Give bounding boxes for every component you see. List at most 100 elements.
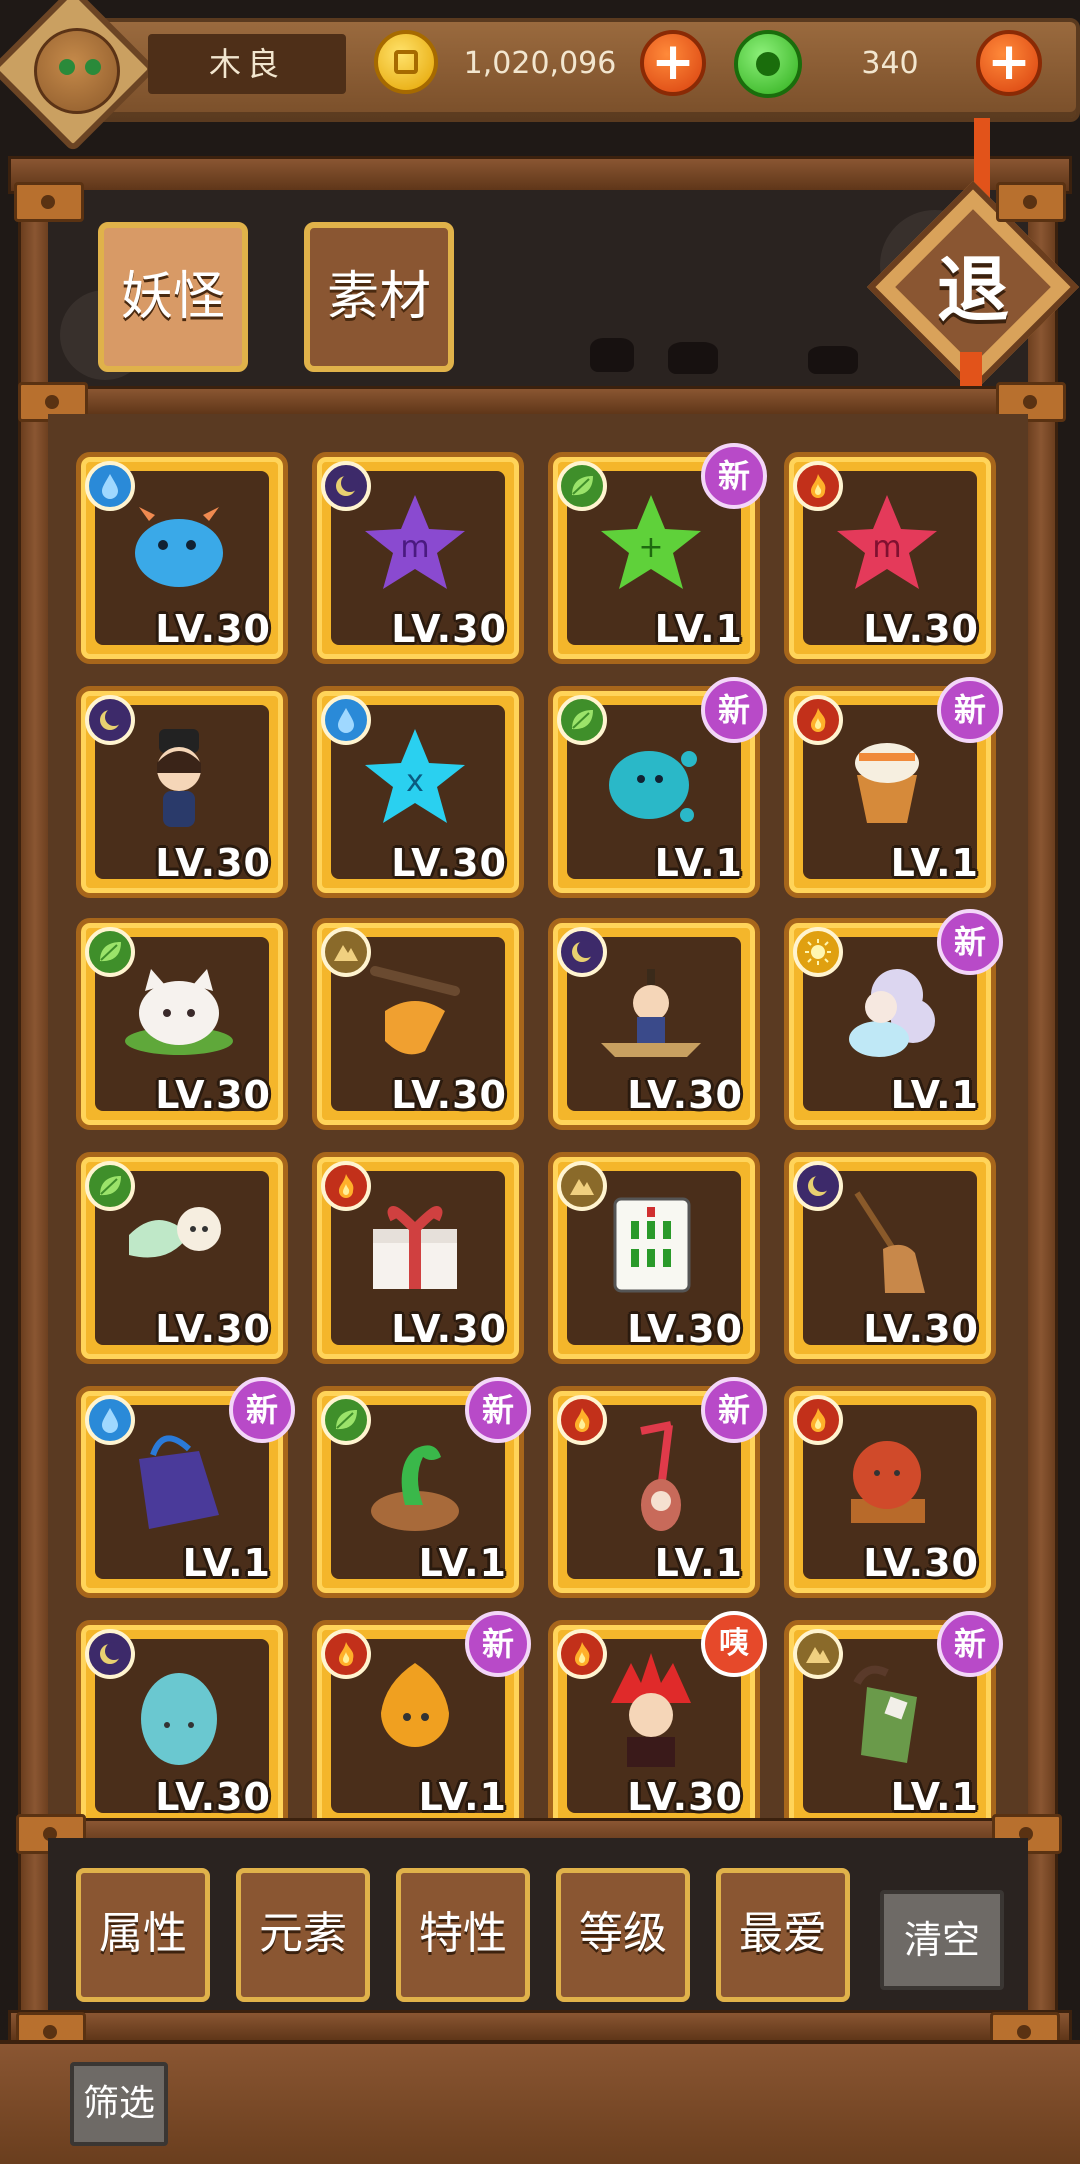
- monster-card[interactable]: LV.1 新: [548, 1377, 767, 1598]
- red-virgo-star-icon: m: [837, 495, 937, 589]
- new-badge: 新: [701, 1377, 767, 1443]
- dark-element-icon: [557, 927, 607, 977]
- tab-monsters[interactable]: 妖怪: [98, 222, 248, 372]
- bracket-decoration: [996, 182, 1066, 222]
- monster-level: LV.30: [155, 1073, 271, 1117]
- tab-materials[interactable]: 素材: [304, 222, 454, 372]
- add-coins-button[interactable]: +: [640, 30, 706, 96]
- green-star-icon: +: [601, 495, 701, 589]
- broom-icon: [854, 1191, 925, 1293]
- gift-box-icon: [373, 1206, 457, 1289]
- monster-level: LV.30: [391, 1073, 507, 1117]
- light-element-icon: [793, 927, 843, 977]
- monster-level: LV.30: [155, 1775, 271, 1819]
- monster-level: LV.30: [155, 1307, 271, 1351]
- monster-level: LV.30: [627, 1073, 743, 1117]
- monster-card[interactable]: LV.1 新: [312, 1377, 531, 1598]
- snake-pot-icon: [371, 1445, 459, 1531]
- cyan-pisces-star-icon: x: [365, 729, 465, 823]
- monster-card[interactable]: LV.30: [76, 686, 288, 898]
- pipe-bag-icon: [853, 1665, 917, 1763]
- new-badge: 新: [701, 677, 767, 743]
- fire-element-icon: [793, 461, 843, 511]
- new-badge: 新: [465, 1377, 531, 1443]
- clear-filter-button[interactable]: 清空: [880, 1890, 1004, 1990]
- monster-level: LV.1: [418, 1775, 507, 1819]
- filter-favorite-button[interactable]: 最爱: [716, 1868, 850, 2002]
- monster-level: LV.1: [654, 607, 743, 651]
- svg-text:x: x: [406, 764, 424, 799]
- filter-trait-button[interactable]: 特性: [396, 1868, 530, 2002]
- coin-amount: 1,020,096: [463, 46, 617, 81]
- monster-level: LV.30: [627, 1307, 743, 1351]
- monster-card[interactable]: LV.30: [548, 1152, 760, 1364]
- fire-element-icon: [557, 1395, 607, 1445]
- monster-card[interactable]: m LV.30: [784, 452, 996, 664]
- new-badge: 新: [465, 1611, 531, 1677]
- white-cat-leaf-icon: [125, 969, 233, 1055]
- avatar-face-icon: [34, 28, 120, 114]
- monster-level: LV.1: [890, 1073, 979, 1117]
- bracket-decoration: [14, 182, 84, 222]
- monster-card[interactable]: LV.30: [548, 918, 760, 1130]
- blue-fish-dragon-icon: [135, 507, 223, 587]
- monster-card[interactable]: + LV.1 新: [548, 443, 767, 664]
- monster-level: LV.30: [863, 1541, 979, 1585]
- monster-level: LV.1: [654, 841, 743, 885]
- fire-element-icon: [793, 695, 843, 745]
- monster-card[interactable]: LV.30 咦: [548, 1611, 767, 1832]
- filter-attribute-button[interactable]: 属性: [76, 1868, 210, 2002]
- monster-card[interactable]: LV.1 新: [784, 677, 1003, 898]
- earth-element-icon: [321, 927, 371, 977]
- monster-card[interactable]: LV.30: [76, 452, 288, 664]
- gem-amount: 340: [861, 46, 919, 81]
- cloud-spirit-icon: [849, 969, 935, 1057]
- screen-button[interactable]: 筛选: [70, 2062, 168, 2146]
- monster-card[interactable]: x LV.30: [312, 686, 524, 898]
- monster-level: LV.1: [890, 1775, 979, 1819]
- monster-card[interactable]: LV.1 新: [784, 909, 1003, 1130]
- dark-element-icon: [793, 1161, 843, 1211]
- monster-card[interactable]: LV.30: [76, 918, 288, 1130]
- water-element-icon: [85, 461, 135, 511]
- monster-card[interactable]: LV.30: [312, 1152, 524, 1364]
- leaf-element-icon: [85, 927, 135, 977]
- svg-text:m: m: [400, 530, 429, 565]
- bottom-beam: [8, 2010, 1072, 2044]
- filter-element-button[interactable]: 元素: [236, 1868, 370, 2002]
- dark-element-icon: [85, 695, 135, 745]
- top-header: 木良 1,020,096 + 340 +: [0, 0, 1080, 153]
- monster-card[interactable]: LV.30: [312, 918, 524, 1130]
- monster-card[interactable]: LV.30: [784, 1386, 996, 1598]
- filter-level-button[interactable]: 等级: [556, 1868, 690, 2002]
- monster-card[interactable]: LV.30: [784, 1152, 996, 1364]
- monster-level: LV.1: [418, 1541, 507, 1585]
- fire-element-icon: [321, 1161, 371, 1211]
- player-name: 木良: [148, 34, 346, 94]
- top-beam: [8, 156, 1072, 194]
- wind-spirit-icon: [129, 1207, 221, 1258]
- monster-card[interactable]: LV.1 新: [76, 1377, 295, 1598]
- monster-card[interactable]: LV.1 新: [312, 1611, 531, 1832]
- new-badge: 新: [701, 443, 767, 509]
- shadow-creature-icon: [668, 342, 718, 374]
- monster-card[interactable]: LV.1 新: [784, 1611, 1003, 1832]
- drum-creature-icon: [855, 743, 919, 823]
- boatman-icon: [601, 969, 701, 1057]
- monster-card[interactable]: LV.30: [76, 1620, 288, 1832]
- straw-creature-icon: [640, 1421, 681, 1531]
- add-gems-button[interactable]: +: [976, 30, 1042, 96]
- purple-bag-icon: [139, 1435, 219, 1529]
- monster-card[interactable]: m LV.30: [312, 452, 524, 664]
- hint-badge: 咦: [701, 1611, 767, 1677]
- teal-egg-icon: [141, 1673, 217, 1765]
- monster-level: LV.30: [391, 1307, 507, 1351]
- monster-card[interactable]: LV.1 新: [548, 677, 767, 898]
- coin-icon: [374, 30, 438, 94]
- monster-level: LV.30: [863, 1307, 979, 1351]
- monster-card[interactable]: LV.30: [76, 1152, 288, 1364]
- left-post: [18, 160, 52, 2040]
- monster-level: LV.30: [391, 607, 507, 651]
- branch-leaf-icon: [370, 966, 460, 1055]
- shadow-creature-icon: [590, 338, 634, 372]
